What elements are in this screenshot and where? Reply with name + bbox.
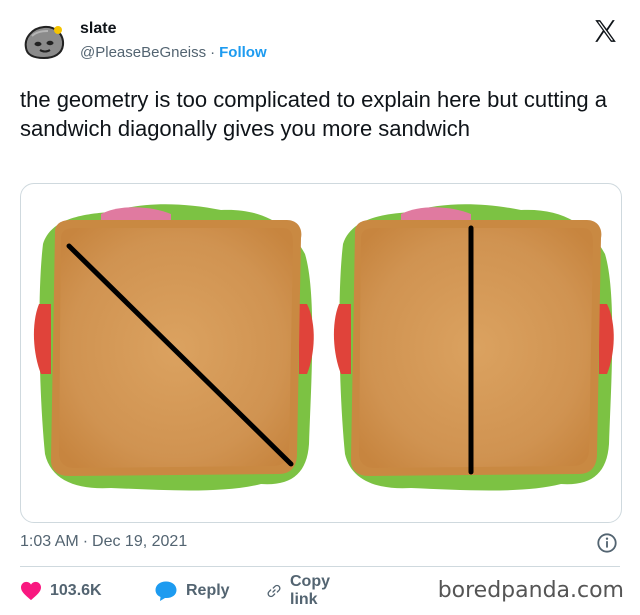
tweet-time: 1:03 AM: [20, 533, 79, 550]
left-sandwich: [33, 204, 314, 491]
handle-separator: ·: [210, 44, 216, 61]
tweet-media-image[interactable]: [20, 183, 622, 523]
handle-row: @PleaseBeGneiss · Follow: [80, 44, 267, 61]
like-button[interactable]: 103.6K: [20, 578, 102, 604]
avatar[interactable]: [20, 18, 68, 66]
right-sandwich: [333, 204, 614, 491]
reply-button[interactable]: Reply: [154, 578, 230, 604]
user-handle[interactable]: @PleaseBeGneiss: [80, 44, 206, 61]
rock-avatar-icon: [20, 18, 68, 66]
like-count: 103.6K: [50, 582, 102, 599]
tweet-timestamp[interactable]: 1:03 AM · Dec 19, 2021: [20, 533, 187, 551]
copy-link-label: Copy link: [290, 573, 330, 608]
tweet-date: Dec 19, 2021: [92, 533, 188, 550]
reply-bubble-icon: [155, 581, 177, 601]
reply-label: Reply: [186, 582, 230, 599]
copy-link-button[interactable]: Copy link: [266, 573, 338, 608]
tweet-header: slate @PleaseBeGneiss · Follow: [20, 14, 620, 72]
link-icon: [267, 584, 281, 598]
heart-icon: [21, 581, 41, 601]
follow-button[interactable]: Follow: [219, 44, 267, 61]
display-name[interactable]: slate: [80, 20, 116, 38]
info-icon[interactable]: [596, 532, 618, 554]
x-logo-icon[interactable]: [592, 18, 618, 44]
tweet-text: the geometry is too complicated to expla…: [20, 87, 608, 141]
timestamp-separator: ·: [82, 533, 89, 550]
sandwich-photo: [33, 204, 614, 491]
watermark-text: boredpanda.com: [437, 578, 624, 603]
divider: [20, 566, 620, 567]
